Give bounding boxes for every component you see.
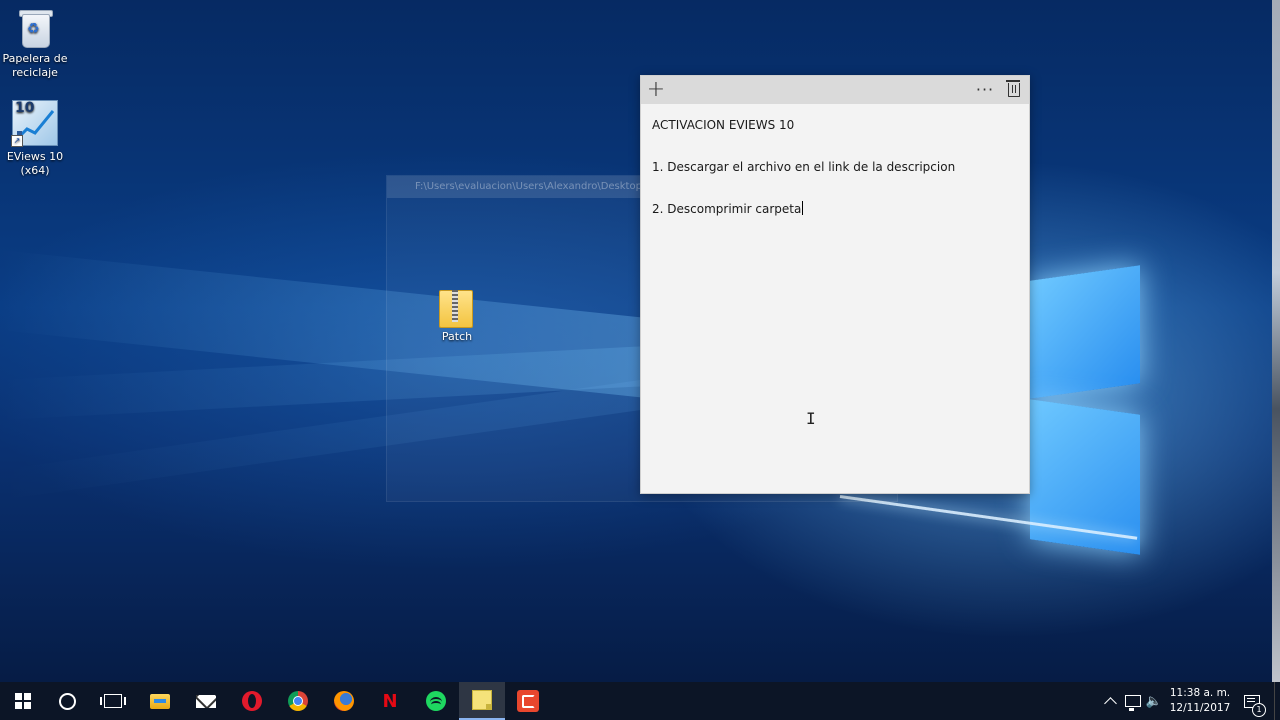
taskbar-app-firefox[interactable] bbox=[321, 682, 367, 720]
wallpaper-windows-logo bbox=[1030, 255, 1142, 555]
cortana-button[interactable] bbox=[44, 682, 90, 720]
clock-date: 12/11/2017 bbox=[1169, 702, 1231, 714]
delete-note-button[interactable] bbox=[999, 76, 1027, 104]
network-icon bbox=[1125, 695, 1141, 711]
network-button[interactable] bbox=[1122, 682, 1144, 720]
note-title-line: ACTIVACION EVIEWS 10 bbox=[652, 118, 795, 132]
text-caret bbox=[802, 201, 804, 215]
desktop-icon-eviews[interactable]: 10 ↗ EViews 10 (x64) bbox=[0, 100, 70, 178]
trash-icon bbox=[1006, 80, 1020, 97]
firefox-icon bbox=[334, 691, 354, 711]
eviews-icon: 10 ↗ bbox=[11, 100, 58, 147]
desktop-icon-label: EViews 10 (x64) bbox=[6, 150, 64, 177]
volume-icon: 🔈 bbox=[1145, 693, 1163, 709]
taskbar-app-camtasia[interactable] bbox=[505, 682, 551, 720]
task-view-icon bbox=[100, 694, 126, 708]
netflix-icon: N bbox=[382, 690, 398, 712]
sticky-note-text-area[interactable]: ACTIVACION EVIEWS 10 1. Descargar el arc… bbox=[641, 104, 1029, 254]
task-view-button[interactable] bbox=[90, 682, 136, 720]
taskbar-app-file-explorer[interactable] bbox=[137, 682, 183, 720]
taskbar-app-mail[interactable] bbox=[183, 682, 229, 720]
desktop-icon-patch[interactable]: Patch bbox=[422, 286, 492, 344]
taskbar-app-chrome[interactable] bbox=[275, 682, 321, 720]
folder-icon bbox=[150, 693, 170, 709]
desktop-icon-label: Papelera de reciclaje bbox=[2, 52, 68, 79]
taskbar-app-netflix[interactable]: N bbox=[367, 682, 413, 720]
spotify-icon bbox=[426, 691, 446, 711]
desktop-icon-label: Patch bbox=[441, 330, 473, 343]
taskbar: N 🔈 11:38 a. m. 12/11/2017 1 bbox=[0, 682, 1280, 720]
opera-icon bbox=[242, 691, 262, 711]
note-line-2: 2. Descomprimir carpeta bbox=[652, 201, 804, 216]
desktop: ♻ Papelera de reciclaje 10 ↗ EViews 10 (… bbox=[0, 0, 1280, 682]
clock-time: 11:38 a. m. bbox=[1169, 687, 1231, 699]
clock-button[interactable]: 11:38 a. m. 12/11/2017 bbox=[1162, 686, 1238, 716]
screen-edge-strip bbox=[1272, 0, 1280, 682]
notification-count-badge: 1 bbox=[1252, 703, 1266, 717]
chevron-up-icon bbox=[1103, 696, 1117, 710]
note-line-1: 1. Descargar el archivo en el link de la… bbox=[652, 160, 956, 174]
more-options-button[interactable]: ··· bbox=[971, 76, 999, 104]
sticky-note-titlebar[interactable]: + ··· bbox=[641, 76, 1029, 104]
shortcut-arrow-icon: ↗ bbox=[11, 135, 23, 147]
action-center-button[interactable]: 1 bbox=[1238, 682, 1266, 720]
zip-folder-icon bbox=[437, 286, 477, 328]
add-note-button[interactable]: + bbox=[642, 76, 670, 104]
desktop-icon-recycle-bin[interactable]: ♻ Papelera de reciclaje bbox=[0, 8, 70, 80]
sticky-notes-icon bbox=[472, 690, 492, 710]
recycle-bin-icon: ♻ bbox=[18, 8, 53, 48]
chrome-icon bbox=[288, 691, 308, 711]
cortana-icon bbox=[58, 692, 76, 710]
show-hidden-icons-button[interactable] bbox=[1100, 682, 1120, 720]
taskbar-app-spotify[interactable] bbox=[413, 682, 459, 720]
windows-start-icon bbox=[15, 693, 31, 709]
volume-button[interactable]: 🔈 bbox=[1144, 682, 1164, 720]
taskbar-app-sticky-notes[interactable] bbox=[459, 682, 505, 720]
taskbar-app-opera[interactable] bbox=[229, 682, 275, 720]
sticky-note-window[interactable]: + ··· ACTIVACION EVIEWS 10 1. Descargar … bbox=[640, 75, 1030, 494]
ibeam-cursor-icon: I bbox=[806, 409, 816, 428]
camtasia-icon bbox=[517, 690, 539, 712]
start-button[interactable] bbox=[0, 682, 46, 720]
mail-icon bbox=[196, 694, 216, 708]
show-desktop-button[interactable] bbox=[1274, 682, 1280, 720]
